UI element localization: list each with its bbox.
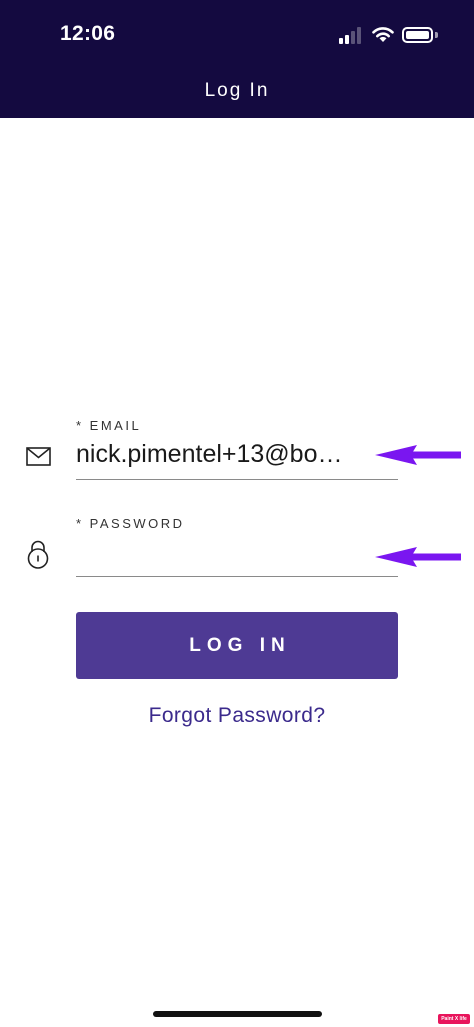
email-field[interactable]: nick.pimentel+13@bo…	[76, 440, 398, 469]
forgot-password-link[interactable]: Forgot Password?	[0, 704, 474, 728]
watermark-logo: Paint X life	[438, 1014, 470, 1024]
app-header: 12:06 Log In	[0, 0, 474, 118]
battery-level	[406, 31, 429, 39]
envelope-icon	[26, 447, 51, 466]
left-arrow-icon	[375, 445, 461, 465]
wifi-icon	[372, 27, 394, 42]
left-arrow-icon	[375, 547, 461, 567]
password-field[interactable]	[76, 538, 398, 570]
page-title: Log In	[204, 80, 270, 101]
status-time: 12:06	[60, 22, 116, 45]
lock-icon	[27, 540, 49, 569]
password-field-underline	[76, 576, 398, 577]
home-indicator[interactable]	[153, 1011, 322, 1017]
cellular-signal-icon	[339, 26, 363, 44]
battery-cap	[435, 32, 438, 38]
password-label: * PASSWORD	[76, 516, 185, 531]
email-field-underline	[76, 479, 398, 480]
battery-icon	[402, 27, 433, 43]
login-button[interactable]: LOG IN	[76, 612, 398, 679]
email-label: * EMAIL	[76, 418, 142, 433]
